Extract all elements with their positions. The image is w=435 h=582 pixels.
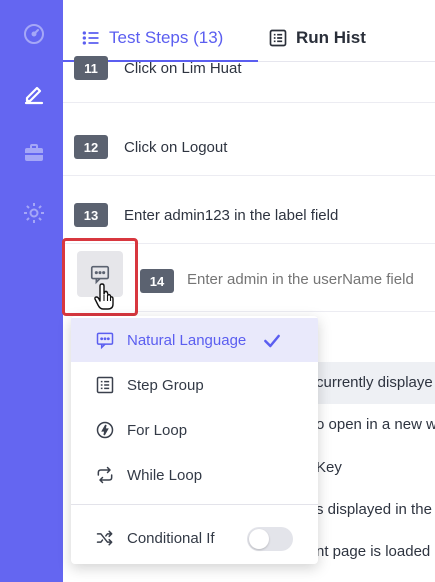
conditional-if-toggle[interactable] <box>247 527 293 551</box>
step-number: 12 <box>74 135 108 159</box>
step-text: Click on Lim Huat <box>124 60 242 77</box>
step-text: Enter admin123 in the label field <box>124 207 339 224</box>
step-text: s displayed in the <box>316 501 432 518</box>
step-text: Click on Logout <box>124 139 228 156</box>
menu-divider <box>71 504 318 505</box>
shuffle-icon <box>96 530 113 546</box>
step-number: 14 <box>140 269 174 293</box>
lightning-icon <box>96 421 114 439</box>
step-type-menu: Natural Language Step Group For Loop Whi… <box>71 316 318 564</box>
new-step-input[interactable] <box>187 262 435 296</box>
loop-icon <box>97 466 113 484</box>
list-icon <box>82 31 99 45</box>
app-window: Test Steps (13) Run Hist 11 Click on Lim… <box>0 0 435 582</box>
step-group-icon <box>96 376 114 394</box>
history-list-icon <box>269 29 287 47</box>
menu-item-label: Natural Language <box>127 331 247 349</box>
menu-item-label: Conditional If <box>127 529 215 547</box>
tab-test-steps-label: Test Steps (13) <box>109 28 224 47</box>
sidebar <box>0 0 71 582</box>
menu-item-natural-language[interactable]: Natural Language <box>71 318 318 362</box>
list-item[interactable]: 12 Click on Logout <box>63 114 435 176</box>
hand-cursor-icon <box>94 283 114 310</box>
step-text: o open in a new w <box>316 416 435 433</box>
briefcase-icon[interactable] <box>20 139 48 167</box>
step-text: Key <box>316 459 342 476</box>
menu-item-label: Step Group <box>127 376 204 394</box>
tab-run-history-label: Run Hist <box>296 28 366 47</box>
menu-item-for-loop[interactable]: For Loop <box>71 408 318 452</box>
list-item[interactable]: 11 Click on Lim Huat <box>63 51 435 103</box>
toggle-knob <box>249 529 269 549</box>
step-number: 13 <box>74 203 108 227</box>
chat-icon <box>90 265 110 285</box>
step-text: currently displaye <box>316 374 433 391</box>
new-step-row: 14 <box>134 250 435 312</box>
dashboard-icon[interactable] <box>20 20 48 48</box>
menu-item-label: For Loop <box>127 421 188 439</box>
list-item[interactable]: 13 Enter admin123 in the label field <box>63 182 435 244</box>
settings-icon[interactable] <box>20 199 48 227</box>
tab-run-history[interactable]: Run Hist <box>268 28 366 48</box>
menu-item-step-group[interactable]: Step Group <box>71 363 318 407</box>
check-icon <box>264 334 280 348</box>
chat-icon <box>96 332 114 350</box>
tab-test-steps[interactable]: Test Steps (13) <box>81 28 223 48</box>
edit-icon[interactable] <box>20 79 48 107</box>
step-number: 11 <box>74 56 108 80</box>
menu-item-label: While Loop <box>127 466 203 484</box>
step-text: nt page is loaded <box>316 543 431 560</box>
menu-item-while-loop[interactable]: While Loop <box>71 453 318 497</box>
